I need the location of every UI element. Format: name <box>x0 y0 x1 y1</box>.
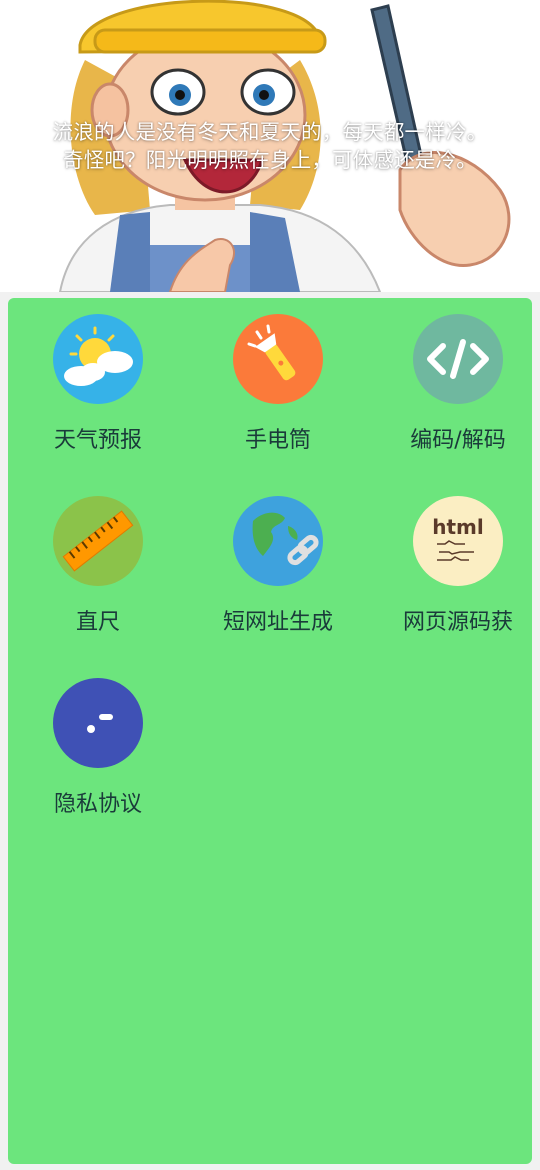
tool-page-source[interactable]: html 网页源码获 <box>368 480 540 640</box>
privacy-icon <box>53 678 143 768</box>
ruler-icon <box>53 496 143 586</box>
tool-ruler[interactable]: 直尺 <box>8 480 188 640</box>
svg-text:html: html <box>432 515 484 539</box>
tool-encode-decode-label: 编码/解码 <box>410 428 506 453</box>
tool-privacy[interactable]: 隐私协议 <box>8 662 188 822</box>
quote-text: 流浪的人是没有冬天和夏天的，每天都一样冷。 奇怪吧？阳光明明照在身上，可体感还是… <box>0 118 540 174</box>
tool-weather[interactable]: 天气预报 <box>8 298 188 458</box>
tool-privacy-label: 隐私协议 <box>53 792 142 817</box>
flashlight-icon <box>233 314 323 404</box>
tool-weather-label: 天气预报 <box>53 428 142 453</box>
weather-icon <box>53 314 143 404</box>
tool-flashlight[interactable]: 手电筒 <box>188 298 368 458</box>
quote-line-2: 奇怪吧？阳光明明照在身上，可体感还是冷。 <box>63 148 477 172</box>
tools-panel: 天气预报 手电筒 编码/解码 直尺 短网址生成 html 网页源码获 隐私协议 <box>8 298 532 1164</box>
tool-short-url-label: 短网址生成 <box>222 610 333 635</box>
globe-link-icon <box>233 496 323 586</box>
code-icon <box>413 314 503 404</box>
tool-flashlight-label: 手电筒 <box>244 428 311 453</box>
quote-line-1: 流浪的人是没有冬天和夏天的，每天都一样冷。 <box>52 120 488 144</box>
tool-short-url[interactable]: 短网址生成 <box>188 480 368 640</box>
tool-ruler-label: 直尺 <box>75 610 120 635</box>
tool-encode-decode[interactable]: 编码/解码 <box>368 298 540 458</box>
tool-page-source-label: 网页源码获 <box>402 610 513 635</box>
header-banner: 流浪的人是没有冬天和夏天的，每天都一样冷。 奇怪吧？阳光明明照在身上，可体感还是… <box>0 0 540 292</box>
html-source-icon: html <box>413 496 503 586</box>
